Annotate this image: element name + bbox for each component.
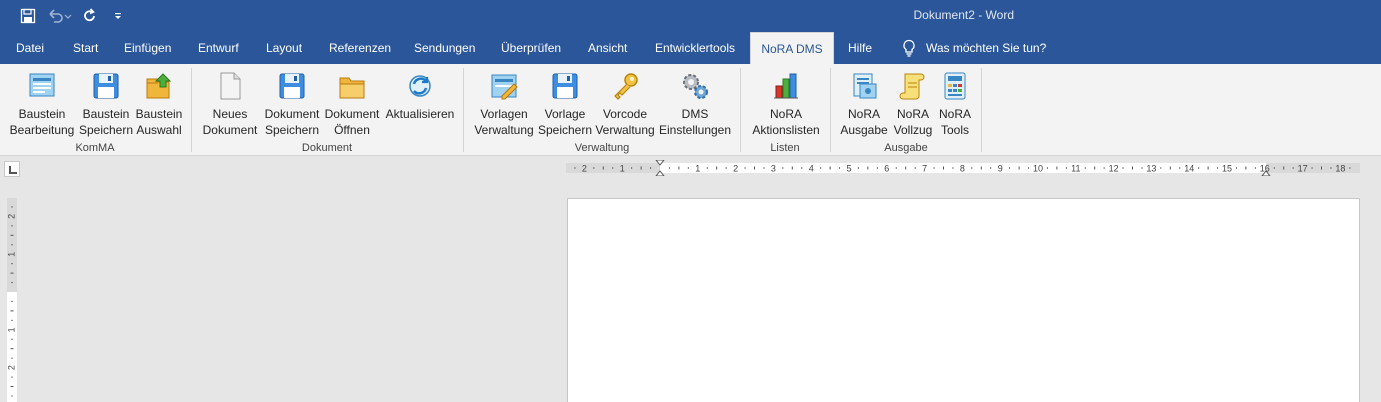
ruler-label: 9 [998,164,1003,174]
bar-chart-icon [774,73,798,99]
aktualisieren-button[interactable]: Aktualisieren [384,68,456,140]
ruler-label: 1 [695,164,700,174]
tab-nora-dms[interactable]: NoRA DMS [750,32,834,65]
ribbon-tab-row: Datei Start Einfügen Entwurf Layout Refe… [0,32,1381,65]
document-page[interactable] [567,198,1360,402]
window-title: Dokument2 - Word [913,8,1014,22]
open-folder-icon [339,77,365,99]
ruler-label: 18 [1335,164,1345,174]
tab-datei[interactable]: Datei [16,32,44,64]
group-ausgabe: NoRA Ausgabe NoRA Vollzug NoRA Tools Aus… [831,64,981,156]
nora-tools-button[interactable]: NoRA Tools [935,68,975,140]
ruler-label: 15 [1222,164,1232,174]
ruler-label: 17 [1298,164,1308,174]
calculator-icon [944,72,966,100]
group-verwaltung: Vorlagen Verwaltung Vorlage Speichern Vo… [464,64,740,156]
key-icon [614,73,638,100]
ruler-label: 1 [620,164,625,174]
scroll-icon [899,73,925,100]
tab-ueberpruefen[interactable]: Überprüfen [501,32,561,64]
group-dokument: Neues Dokument Dokument Speichern Dokume… [192,64,462,156]
ruler-label: 2 [582,164,587,174]
vertical-ruler[interactable]: 2 1 1 2 [5,198,19,402]
group-komma: Baustein Bearbeitung Baustein Speichern … [0,64,190,156]
ruler-label: 2 [733,164,738,174]
nora-aktionslisten-button[interactable]: NoRA Aktionslisten [749,68,823,140]
group-label-ausgabe: Ausgabe [884,142,928,154]
tab-referenzen[interactable]: Referenzen [329,32,391,64]
ruler-label: 1 [6,252,16,257]
select-block-icon [146,73,172,99]
ruler-label: 7 [922,164,927,174]
ruler-label: 11 [1071,164,1080,174]
neues-dokument-button[interactable]: Neues Dokument [200,68,260,140]
tell-me-label: Was möchten Sie tun? [926,41,1047,55]
dokument-oeffnen-button[interactable]: Dokument Öffnen [323,68,381,140]
ruler-label: 10 [1033,164,1043,174]
dokument-speichern-button[interactable]: Dokument Speichern [262,68,322,140]
refresh-icon [409,75,431,97]
group-label-dokument: Dokument [301,142,353,154]
save-document-icon [279,73,305,99]
ruler-label: 2 [6,214,16,219]
ruler-label: 2 [6,365,16,370]
tab-start[interactable]: Start [73,32,98,64]
group-listen: NoRA Aktionslisten Listen [741,64,829,156]
gears-icon [683,74,708,99]
baustein-speichern-button[interactable]: Baustein Speichern [78,68,134,140]
dms-einstellungen-button[interactable]: DMS Einstellungen [658,68,732,140]
tab-layout[interactable]: Layout [266,32,302,64]
group-separator [981,68,982,152]
group-label-komma: KomMA [75,142,115,154]
tab-stop-selector[interactable] [4,161,20,177]
ruler-label: 12 [1109,164,1119,174]
ruler-label: 4 [809,164,814,174]
title-bar: Dokument2 - Word [0,0,1381,32]
ruler-label: 5 [846,164,851,174]
ruler-label: 14 [1184,164,1194,174]
lightbulb-icon [903,39,915,57]
tab-sendungen[interactable]: Sendungen [414,32,475,64]
baustein-auswahl-button[interactable]: Baustein Auswahl [134,68,184,140]
horizontal-ruler[interactable]: 2 1 1 2 3 4 5 6 7 8 9 10 11 12 13 14 15 16 17 18 [566,160,1360,176]
nora-ausgabe-button[interactable]: NoRA Ausgabe [839,68,889,140]
tab-entwicklertools[interactable]: Entwicklertools [655,32,735,64]
ruler-label: 6 [884,164,889,174]
tab-entwurf[interactable]: Entwurf [198,32,239,64]
ruler-label: 3 [771,164,776,174]
edit-block-icon [29,73,55,97]
vorlage-speichern-button[interactable]: Vorlage Speichern [537,68,593,140]
tell-me-search[interactable]: Was möchten Sie tun? [902,32,1046,64]
group-label-listen: Listen [770,142,800,154]
ruler-label: 8 [960,164,965,174]
tab-hilfe[interactable]: Hilfe [848,32,872,64]
ribbon-nora-dms: Baustein Bearbeitung Baustein Speichern … [0,64,1381,156]
save-block-icon [93,73,119,99]
baustein-bearbeitung-button[interactable]: Baustein Bearbeitung [8,68,76,140]
nora-vollzug-button[interactable]: NoRA Vollzug [891,68,935,140]
ruler-label: 1 [6,327,16,332]
new-document-icon [220,72,241,100]
template-manage-icon [491,74,518,100]
ruler-label: 13 [1146,164,1156,174]
save-template-icon [552,73,578,99]
group-label-verwaltung: Verwaltung [574,142,630,154]
vorcode-verwaltung-button[interactable]: Vorcode Verwaltung [594,68,656,140]
tab-ansicht[interactable]: Ansicht [588,32,627,64]
vorlagen-verwaltung-button[interactable]: Vorlagen Verwaltung [472,68,536,140]
output-icon [853,73,877,99]
tab-einfuegen[interactable]: Einfügen [124,32,171,64]
